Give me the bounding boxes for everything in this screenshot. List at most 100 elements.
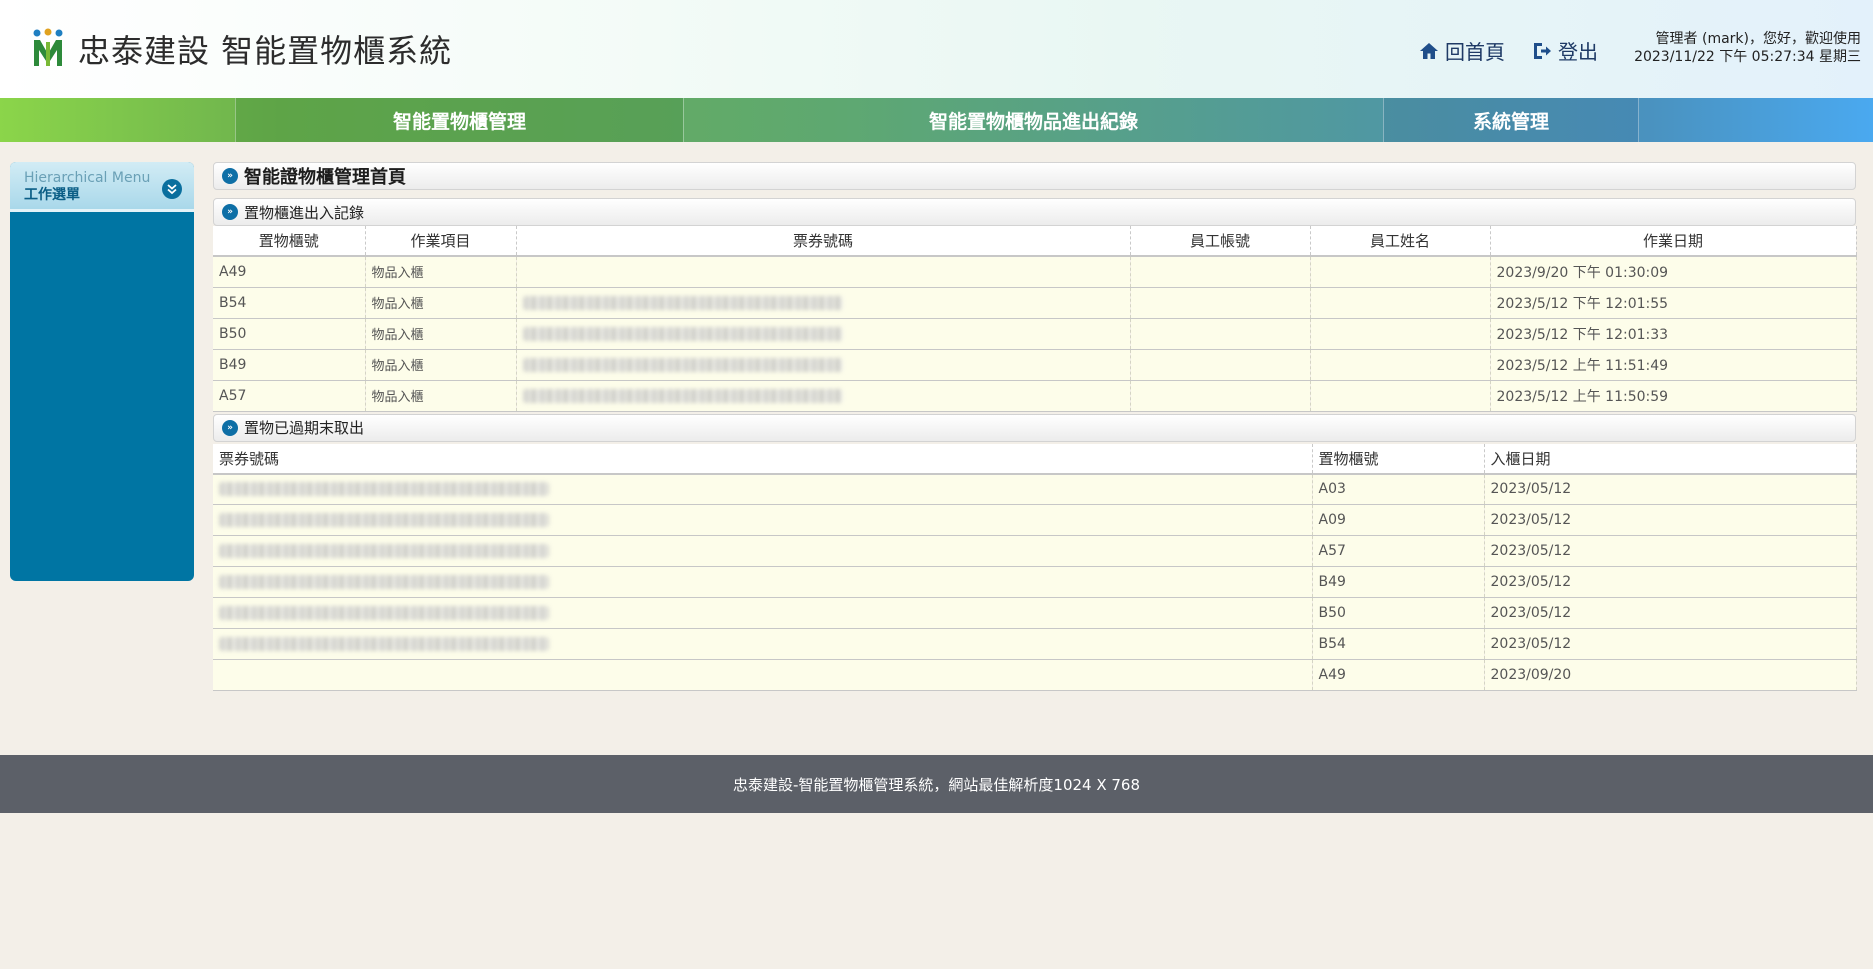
cell-locker: B54 [1312,628,1485,660]
table-row[interactable]: B54 物品入櫃 2023/5/12 下午 12:01:55 [213,287,1857,319]
cell-ticket [213,535,1313,567]
cell-ticket [516,380,1131,412]
table-row[interactable]: B54 2023/05/12 [213,628,1857,660]
cell-ticket [213,473,1313,505]
cell-operation: 物品入櫃 [365,318,517,350]
header: 忠泰建設 智能置物櫃系統 回首頁 登出 管理者 (mark)，您好，歡迎使用 2… [0,0,1873,98]
main-nav: 智能置物櫃管理 智能置物櫃物品進出紀錄 系統管理 [0,98,1873,142]
cell-locker: A49 [213,256,366,288]
records-table: 置物櫃號 作業項目 票券號碼 員工帳號 員工姓名 作業日期 A49 物品入櫃 2… [213,226,1857,412]
cell-ticket [213,566,1313,598]
cell-ticket [516,287,1131,319]
redacted-ticket [219,606,549,620]
logout-link[interactable]: 登出 [1532,36,1598,65]
redacted-ticket [522,357,843,372]
logout-label: 登出 [1558,40,1598,64]
table-row[interactable]: A03 2023/05/12 [213,473,1857,505]
table-row[interactable]: B49 2023/05/12 [213,566,1857,598]
footer: 忠泰建設-智能置物櫃管理系統，網站最佳解析度1024 X 768 [0,755,1873,813]
cell-date: 2023/5/12 上午 11:51:49 [1490,349,1857,381]
cell-ticket [516,318,1131,350]
double-chevron-right-icon: » [222,204,238,220]
cell-date: 2023/05/12 [1484,504,1857,536]
home-link[interactable]: 回首頁 [1419,36,1505,65]
table-row[interactable]: A09 2023/05/12 [213,504,1857,536]
cell-locker: A57 [213,380,366,412]
cell-name [1310,349,1491,381]
cell-date: 2023/05/12 [1484,535,1857,567]
cell-locker: A57 [1312,535,1485,567]
cell-date: 2023/9/20 下午 01:30:09 [1490,256,1857,288]
home-label: 回首頁 [1445,40,1505,64]
redacted-ticket [522,326,843,341]
redacted-ticket [219,637,549,651]
cell-account [1130,380,1311,412]
cell-operation: 物品入櫃 [365,256,517,288]
col-employee-account[interactable]: 員工帳號 [1130,226,1311,257]
redacted-ticket [219,544,549,558]
cell-account [1130,256,1311,288]
cell-date: 2023/05/12 [1484,628,1857,660]
redacted-ticket [522,388,843,403]
nav-locker-management[interactable]: 智能置物櫃管理 [235,98,683,142]
cell-operation: 物品入櫃 [365,380,517,412]
redacted-ticket [219,482,549,497]
cell-name [1310,287,1491,319]
double-chevron-right-icon: » [222,419,238,436]
cell-date: 2023/05/12 [1484,566,1857,598]
cell-date: 2023/5/12 上午 11:50:59 [1490,380,1857,412]
cell-locker: B49 [213,349,366,381]
redacted-ticket [219,575,549,589]
col-checkin-date[interactable]: 入櫃日期 [1484,443,1857,475]
col-operation[interactable]: 作業項目 [365,226,517,257]
logout-icon [1534,42,1551,59]
current-datetime: 2023/11/22 下午 05:27:34 星期三 [1634,49,1861,65]
col-locker-no[interactable]: 置物櫃號 [1312,443,1485,475]
sidebar-menu-header[interactable]: Hierarchical Menu 工作選單 [10,162,194,212]
table-row[interactable]: B50 2023/05/12 [213,597,1857,629]
cell-account [1130,318,1311,350]
col-ticket-no[interactable]: 票券號碼 [516,226,1131,257]
cell-date: 2023/5/12 下午 12:01:33 [1490,318,1857,350]
cell-locker: A03 [1312,473,1485,505]
cell-ticket [213,628,1313,660]
cell-account [1130,349,1311,381]
cell-date: 2023/05/12 [1484,597,1857,629]
nav-system-management[interactable]: 系統管理 [1383,98,1639,142]
col-operation-date[interactable]: 作業日期 [1490,226,1857,257]
cell-operation: 物品入櫃 [365,349,517,381]
main-content: » 智能證物櫃管理首頁 » 置物櫃進出入記錄 置物櫃號 作業項目 票券號碼 員工… [213,162,1857,691]
expired-table: 票券號碼 置物櫃號 入櫃日期 A03 2023/05/12 A09 2023/0… [213,443,1857,691]
col-locker-no[interactable]: 置物櫃號 [213,226,366,257]
table-row[interactable]: A57 2023/05/12 [213,535,1857,567]
cell-account [1130,287,1311,319]
double-chevron-right-icon: » [222,168,238,184]
cell-date: 2023/05/12 [1484,473,1857,505]
chevron-down-icon[interactable] [162,179,182,199]
table-row[interactable]: A49 物品入櫃 2023/9/20 下午 01:30:09 [213,256,1857,288]
redacted-ticket [219,513,549,527]
cell-locker: B54 [213,287,366,319]
section-expired-label: 置物已過期末取出 [244,419,365,437]
cell-name [1310,318,1491,350]
cell-name [1310,380,1491,412]
table-row[interactable]: B49 物品入櫃 2023/5/12 上午 11:51:49 [213,349,1857,381]
col-employee-name[interactable]: 員工姓名 [1310,226,1491,257]
table-row[interactable]: A49 2023/09/20 [213,659,1857,691]
page-title: 智能證物櫃管理首頁 [244,167,406,188]
section-records-label: 置物櫃進出入記錄 [244,203,365,222]
greeting-text: 管理者 (mark)，您好，歡迎使用 [1655,31,1861,47]
sidebar: Hierarchical Menu 工作選單 [10,162,194,581]
cell-ticket [213,597,1313,629]
cell-ticket [516,256,1131,288]
table-row[interactable]: A57 物品入櫃 2023/5/12 上午 11:50:59 [213,380,1857,412]
table-header-row: 置物櫃號 作業項目 票券號碼 員工帳號 員工姓名 作業日期 [213,226,1857,257]
cell-operation: 物品入櫃 [365,287,517,319]
cell-locker: B49 [1312,566,1485,598]
user-info: 管理者 (mark)，您好，歡迎使用 2023/11/22 下午 05:27:3… [1634,30,1861,66]
cell-locker: A09 [1312,504,1485,536]
nav-item-records[interactable]: 智能置物櫃物品進出紀錄 [683,98,1383,142]
table-row[interactable]: B50 物品入櫃 2023/5/12 下午 12:01:33 [213,318,1857,350]
col-ticket-no[interactable]: 票券號碼 [213,443,1313,475]
cell-locker: B50 [213,318,366,350]
